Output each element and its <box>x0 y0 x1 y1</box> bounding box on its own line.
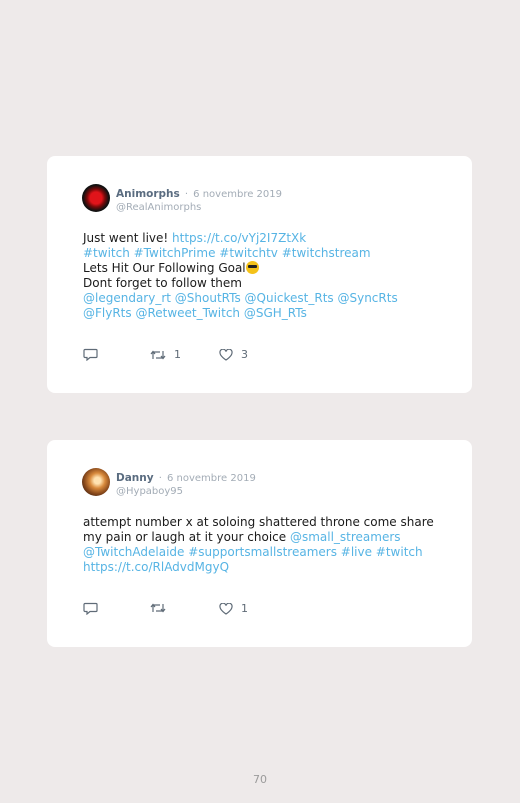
tweet-date[interactable]: 6 novembre 2019 <box>167 473 256 484</box>
like-count: 1 <box>241 602 248 615</box>
sunglasses-emoji-icon <box>245 261 259 274</box>
reply-button[interactable] <box>83 348 98 361</box>
tweet-date[interactable]: 6 novembre 2019 <box>193 189 282 200</box>
reply-icon <box>83 602 98 615</box>
author-handle[interactable]: @RealAnimorphs <box>116 201 282 214</box>
tweet-meta: Animorphs · 6 novembre 2019 @RealAnimorp… <box>116 185 282 214</box>
tweet-text-line: my pain or laugh at it your choice <box>83 530 290 544</box>
tweet-text-line: attempt number x at soloing shattered th… <box>83 515 434 529</box>
heart-icon <box>219 602 233 615</box>
tweet-text: attempt number x at soloing shattered th… <box>83 515 453 575</box>
heart-icon <box>219 348 233 361</box>
separator-dot: · <box>184 189 189 200</box>
mention[interactable]: @small_streamers <box>290 530 401 544</box>
like-button[interactable]: 3 <box>219 348 248 361</box>
tweet-card: Danny · 6 novembre 2019 @Hypaboy95 attem… <box>47 440 472 647</box>
tweet-link[interactable]: https://t.co/vYj2I7ZtXk <box>172 231 306 245</box>
tweet-text: Just went live! https://t.co/vYj2I7ZtXk … <box>83 231 453 321</box>
mentions[interactable]: @FlyRts @Retweet_Twitch @SGH_RTs <box>83 306 307 320</box>
tweet-actions: 1 3 <box>83 348 283 362</box>
like-button[interactable]: 1 <box>219 602 248 615</box>
author-handle[interactable]: @Hypaboy95 <box>116 485 256 498</box>
tweet-meta: Danny · 6 novembre 2019 @Hypaboy95 <box>116 469 256 498</box>
tweet-text-line: Just went live! <box>83 231 173 245</box>
avatar[interactable] <box>82 468 110 496</box>
retweet-icon <box>150 603 166 613</box>
hashtags[interactable]: #twitch #TwitchPrime #twitchtv #twitchst… <box>83 246 371 260</box>
mentions[interactable]: @legendary_rt @ShoutRTs @Quickest_Rts @S… <box>83 291 398 305</box>
tweet-card: Animorphs · 6 novembre 2019 @RealAnimorp… <box>47 156 472 393</box>
tweet-text-line: Lets Hit Our Following Goal <box>83 261 246 275</box>
separator-dot: · <box>158 473 162 484</box>
author-name[interactable]: Danny <box>116 472 154 484</box>
tweet-link[interactable]: https://t.co/RlAdvdMgyQ <box>83 560 229 574</box>
hashtags[interactable]: @TwitchAdelaide #supportsmallstreamers #… <box>83 545 423 559</box>
author-name[interactable]: Animorphs <box>116 188 180 200</box>
reply-icon <box>83 348 98 361</box>
retweet-button[interactable] <box>150 602 166 614</box>
retweet-button[interactable]: 1 <box>150 348 181 361</box>
tweet-text-line: Dont forget to follow them <box>83 276 242 290</box>
tweet-actions: 1 <box>83 602 283 616</box>
retweet-count: 1 <box>174 348 181 361</box>
reply-button[interactable] <box>83 602 98 615</box>
like-count: 3 <box>241 348 248 361</box>
avatar[interactable] <box>82 184 110 212</box>
page-number: 70 <box>253 773 267 786</box>
retweet-icon <box>150 350 166 359</box>
